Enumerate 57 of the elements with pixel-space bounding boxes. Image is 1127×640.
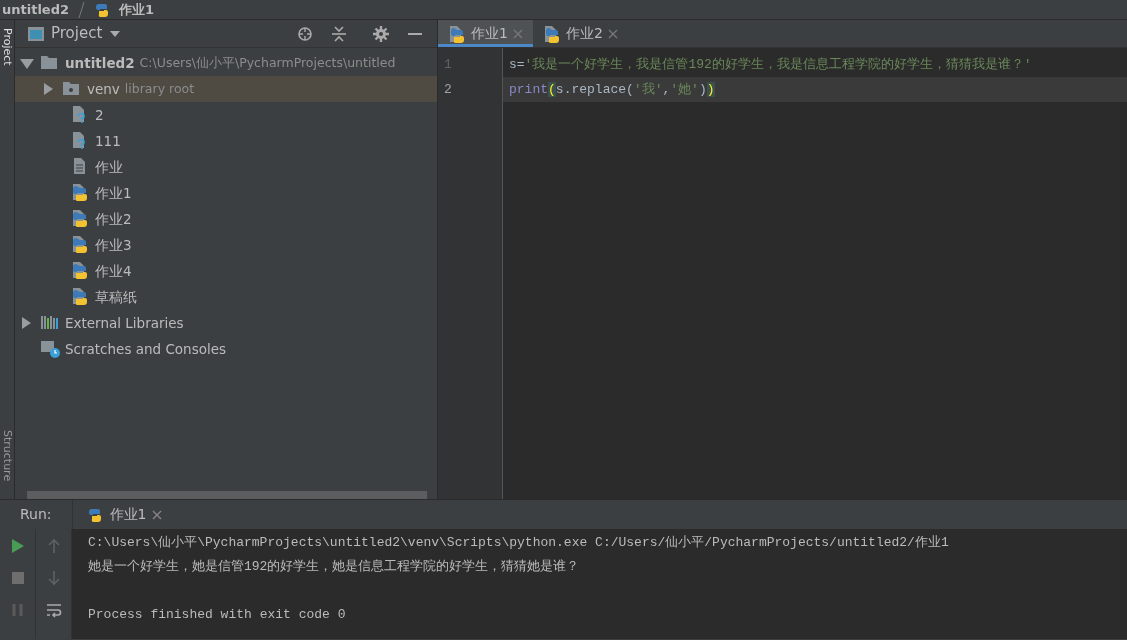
tree-item[interactable]: Scratches and Consoles	[15, 336, 437, 362]
scratches-icon	[40, 339, 60, 359]
panel-label: Run:	[20, 505, 52, 524]
output-line: 她是一个好学生，她是信管192的好学生，她是信息工程学院的好学生，猜猜她是谁？	[88, 558, 581, 576]
close-icon[interactable]	[152, 509, 163, 520]
breadcrumb-item[interactable]: 作业1	[119, 0, 155, 20]
python-file-icon	[448, 24, 466, 43]
item-label: untitled2	[65, 53, 135, 73]
close-icon[interactable]	[512, 28, 523, 39]
item-label: External Libraries	[65, 313, 184, 333]
item-label: 作业	[95, 157, 123, 177]
python-file-icon	[70, 209, 90, 229]
item-label: 作业2	[95, 209, 132, 229]
panel-icon	[27, 25, 45, 42]
tree-item[interactable]: 作业4	[15, 258, 437, 284]
python-file-icon	[70, 183, 90, 203]
settings-icon[interactable]	[373, 25, 389, 42]
tree-item[interactable]: 作业1	[15, 180, 437, 206]
tree-item[interactable]: 作业2	[15, 206, 437, 232]
collapse-all-icon[interactable]	[331, 25, 347, 42]
side-tab[interactable]: Project	[1, 28, 14, 66]
breadcrumb-item[interactable]: untitled2	[2, 0, 70, 20]
output-line: Process finished with exit code 0	[88, 606, 347, 624]
item-label: 草稿纸	[95, 287, 137, 307]
tree-item[interactable]: 111	[15, 128, 437, 154]
close-icon[interactable]	[607, 28, 618, 39]
editor-tab[interactable]: 作业2	[532, 20, 628, 47]
item-label: 作业4	[95, 261, 132, 281]
soft-wrap-icon[interactable]	[44, 601, 63, 619]
scrollbar-thumb[interactable]	[27, 491, 427, 499]
python-file-icon	[70, 287, 90, 307]
tree-item[interactable]: venv library root	[15, 76, 437, 102]
item-label: 作业3	[95, 235, 132, 255]
item-hint: library root	[124, 79, 195, 98]
tree-item[interactable]: 草稿纸	[15, 284, 437, 310]
item-label: 作业1	[95, 183, 132, 203]
tree-item[interactable]: 作业3	[15, 232, 437, 258]
python-file-icon	[542, 24, 561, 43]
tree-item[interactable]: 2	[15, 102, 437, 128]
item-label: 111	[95, 131, 121, 151]
python-file-icon	[70, 261, 90, 281]
view-dropdown[interactable]: Project	[51, 22, 121, 45]
output-line: C:\Users\仙小平\PycharmProjects\untitled2\venv\Scripts\python.exe C:/Users/仙小平/PycharmProjects/untitled2/作业1	[88, 534, 950, 552]
locate-icon[interactable]	[297, 25, 313, 42]
tree-item[interactable]: untitled2 C:\Users\仙小平\PycharmProjects\untitled	[15, 50, 437, 76]
python-file-icon	[70, 235, 90, 255]
caret-icon	[110, 30, 121, 37]
item-label: Scratches and Consoles	[65, 339, 227, 359]
line-number: 2	[443, 81, 453, 99]
editor-tab[interactable]: 作业1	[438, 20, 533, 47]
side-tab[interactable]: Structure	[1, 430, 14, 482]
tree-item[interactable]: 作业	[15, 154, 437, 180]
separator-icon	[77, 0, 86, 19]
tree-item[interactable]: External Libraries	[15, 310, 437, 336]
item-label: 2	[95, 105, 104, 125]
item-label: venv	[87, 79, 120, 99]
item-hint: C:\Users\仙小平\PycharmProjects\untitled	[139, 53, 396, 72]
